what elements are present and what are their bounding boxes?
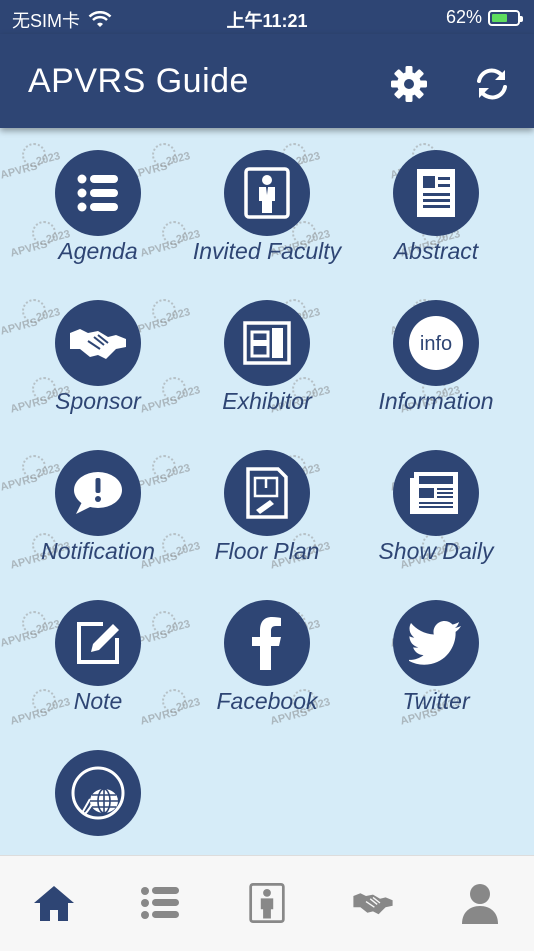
- menu-item-notification[interactable]: Notification: [13, 450, 183, 590]
- booth-icon: [243, 321, 291, 365]
- sponsor-icon-circle: [55, 300, 141, 386]
- menu-item-label: Floor Plan: [214, 538, 320, 564]
- refresh-icon: [477, 68, 507, 100]
- menu-item-abstract[interactable]: Abstract: [351, 150, 521, 290]
- tab-sponsor[interactable]: [348, 878, 398, 928]
- menu-item-label: Facebook: [216, 688, 318, 714]
- settings-button[interactable]: [389, 64, 429, 104]
- menu-item-website[interactable]: [13, 750, 183, 855]
- agenda-icon-circle: [55, 150, 141, 236]
- menu-item-twitter[interactable]: Twitter: [351, 600, 521, 740]
- handshake-icon: [70, 329, 126, 359]
- invited-faculty-icon-circle: [224, 150, 310, 236]
- tab-agenda[interactable]: [135, 878, 185, 928]
- tab-invited-faculty[interactable]: [242, 878, 292, 928]
- menu-item-label: Show Daily: [378, 538, 494, 564]
- speech-bubble-icon: [74, 472, 122, 514]
- menu-item-facebook[interactable]: Facebook: [182, 600, 352, 740]
- menu-item-label: Invited Faculty: [192, 238, 342, 264]
- menu-item-label: Note: [73, 688, 123, 714]
- floor-plan-icon-circle: [224, 450, 310, 536]
- tab-home[interactable]: [29, 878, 79, 928]
- battery-percent: 62%: [445, 7, 482, 27]
- menu-item-label: Twitter: [402, 688, 470, 714]
- floor-plan-icon: [246, 467, 288, 519]
- main-grid: APVRS2023APVRS2023APVRS2023APVRS2023APVR…: [0, 128, 534, 855]
- menu-item-label: Exhibitor: [222, 388, 312, 414]
- menu-item-show-daily[interactable]: Show Daily: [351, 450, 521, 590]
- exhibitor-icon-circle: [224, 300, 310, 386]
- battery-cap: [520, 15, 523, 22]
- menu-item-label: Abstract: [393, 238, 479, 264]
- battery-fill: [492, 13, 507, 22]
- menu-item-label: Information: [378, 388, 494, 414]
- bottom-tab-bar: [0, 855, 534, 951]
- abstract-icon-circle: [393, 150, 479, 236]
- information-icon-circle: info: [393, 300, 479, 386]
- app-title: APVRS Guide: [28, 62, 249, 100]
- info-icon: info: [409, 316, 463, 370]
- twitter-icon-circle: [393, 600, 479, 686]
- status-bar: 无SIM卡 上午11:21 62%: [0, 0, 534, 34]
- menu-item-label: Sponsor: [55, 388, 141, 414]
- note-icon-circle: [55, 600, 141, 686]
- menu-item-floor-plan[interactable]: Floor Plan: [182, 450, 352, 590]
- document-icon: [417, 169, 455, 217]
- newspaper-icon: [410, 472, 458, 514]
- note-edit-icon: [77, 622, 119, 664]
- globe-icon: [71, 766, 125, 820]
- menu-item-note[interactable]: Note: [13, 600, 183, 740]
- menu-item-information[interactable]: info Information: [351, 300, 521, 440]
- list-icon: [77, 174, 118, 212]
- list-icon: [141, 887, 179, 919]
- home-icon: [34, 886, 74, 921]
- app-bar: APVRS Guide: [0, 34, 534, 128]
- website-icon-circle: [55, 750, 141, 836]
- person-frame-icon: [249, 882, 285, 924]
- info-icon-text: info: [420, 333, 452, 355]
- facebook-icon-circle: [224, 600, 310, 686]
- refresh-button[interactable]: [472, 64, 512, 104]
- gear-icon: [391, 66, 427, 102]
- status-right: 62%: [445, 7, 523, 28]
- facebook-icon: [252, 617, 281, 670]
- menu-item-sponsor[interactable]: Sponsor: [13, 300, 183, 440]
- user-icon: [462, 884, 498, 924]
- show-daily-icon-circle: [393, 450, 479, 536]
- menu-item-exhibitor[interactable]: Exhibitor: [182, 300, 352, 440]
- notification-icon-circle: [55, 450, 141, 536]
- twitter-icon: [409, 621, 461, 665]
- tab-profile[interactable]: [455, 878, 505, 928]
- menu-item-agenda[interactable]: Agenda: [13, 150, 183, 290]
- battery-icon: [488, 9, 523, 26]
- menu-item-label: Agenda: [58, 238, 138, 264]
- menu-item-invited-faculty[interactable]: Invited Faculty: [182, 150, 352, 290]
- menu-item-label: Notification: [41, 538, 155, 564]
- person-frame-icon: [244, 167, 290, 219]
- handshake-icon: [353, 893, 393, 915]
